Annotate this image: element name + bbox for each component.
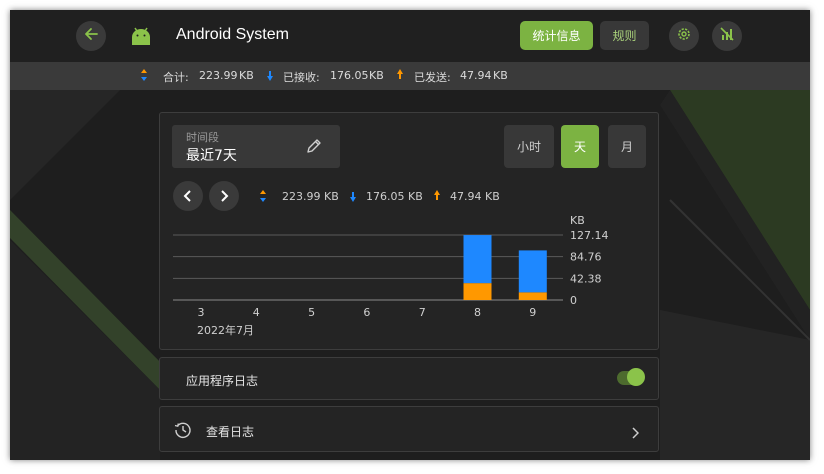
sent-unit: KB [493,69,508,82]
x-tick-label: 9 [529,306,536,319]
network-toggle-button[interactable] [712,21,742,51]
arrow-left-icon [83,26,99,46]
top-bar: Android System 统计信息 规则 [10,10,810,62]
period-label: 时间段 [186,131,219,144]
x-tick-label: 7 [419,306,426,319]
history-icon [174,421,192,443]
chevron-left-icon [183,187,193,206]
toggle-knob [627,368,645,386]
app-window: Android System 统计信息 规则 合计: 223.99 KB 已接收… [10,10,810,460]
y-tick-label: 42.38 [570,272,602,285]
y-unit-label: KB [570,214,585,227]
received-value: 176.05 [330,69,369,82]
view-log-row[interactable]: 查看日志 [159,406,659,452]
previous-period-button[interactable] [173,181,203,211]
legend-total-icon [259,190,267,205]
y-tick-label: 0 [570,294,577,307]
granularity-month[interactable]: 月 [608,125,646,168]
back-button[interactable] [76,21,106,51]
total-unit: KB [239,69,254,82]
period-selector[interactable]: 时间段 最近7天 [172,125,340,168]
bar-sent [463,283,492,300]
y-tick-label: 127.14 [570,229,609,242]
stats-card: 时间段 最近7天 小时 天 月 223.99 KB 176.05 KB 47.9… [159,112,659,350]
total-label: 合计: [163,71,189,84]
legend-total: 223.99 KB [282,190,339,203]
view-log-label: 查看日志 [206,425,255,439]
app-log-row[interactable]: 应用程序日志 [159,357,659,400]
traffic-summary-bar: 合计: 223.99 KB 已接收: 176.05 KB 已发送: 47.94 … [10,62,810,90]
x-sublabel: 2022年7月 [197,323,254,337]
received-icon [266,69,274,84]
bar-received [463,235,492,284]
granularity-hour[interactable]: 小时 [504,125,554,168]
x-tick-label: 5 [308,306,315,319]
y-tick-label: 84.76 [570,251,602,264]
gear-icon [676,26,692,46]
android-icon [130,26,152,50]
sent-label: 已发送: [414,71,451,84]
legend-received-icon [349,190,357,205]
x-tick-label: 3 [198,306,205,319]
legend-sent: 47.94 KB [450,190,500,203]
app-log-toggle[interactable] [617,368,645,386]
chevron-right-icon [631,424,640,443]
received-unit: KB [369,69,384,82]
bar-sent [518,292,547,300]
legend-sent-icon [433,190,441,205]
next-period-button[interactable] [209,181,239,211]
tab-rules[interactable]: 规则 [600,21,649,50]
total-value: 223.99 [199,69,238,82]
x-tick-label: 8 [474,306,481,319]
pencil-icon[interactable] [306,138,322,158]
x-tick-label: 4 [253,306,260,319]
tab-statistics[interactable]: 统计信息 [520,21,593,50]
granularity-day[interactable]: 天 [561,125,599,168]
app-log-label: 应用程序日志 [186,374,259,388]
legend-received: 176.05 KB [366,190,423,203]
sent-icon [396,69,404,84]
received-label: 已接收: [283,71,320,84]
bar-received [518,250,547,293]
sent-value: 47.94 [460,69,492,82]
period-value: 最近7天 [186,148,237,164]
app-title: Android System [176,26,289,43]
settings-button[interactable] [669,21,699,51]
signal-off-icon [719,26,735,46]
x-tick-label: 6 [363,306,370,319]
traffic-chart: 127.14 84.76 42.38 0 KB 3 4 5 6 7 8 9 2022年7月 [173,214,609,337]
chevron-right-icon [219,187,229,206]
total-icon [140,69,148,84]
